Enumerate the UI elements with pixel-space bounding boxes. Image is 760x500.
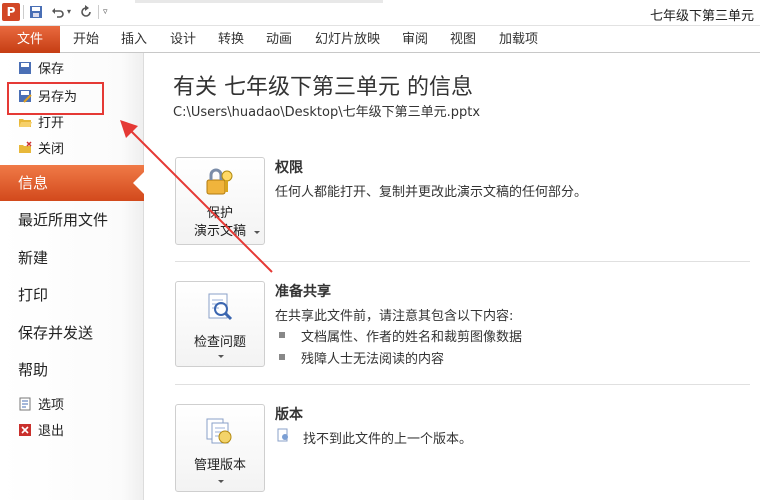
info-panel: 有关 七年级下第三单元 的信息 C:\Users\huadao\Desktop\…: [145, 53, 760, 500]
versions-text: 找不到此文件的上一个版本。: [303, 432, 473, 447]
redo-icon[interactable]: [79, 4, 93, 20]
annotation-highlight-box: [7, 82, 104, 115]
check-issues-button[interactable]: 检查问题: [175, 281, 265, 367]
nav-exit[interactable]: 退出: [18, 421, 64, 443]
customize-toolbar-icon[interactable]: ▿: [103, 4, 108, 20]
close-folder-icon: [19, 141, 32, 153]
nav-new[interactable]: 新建: [0, 240, 144, 276]
manage-versions-icon: [206, 418, 232, 444]
chevron-down-icon: [218, 355, 224, 358]
nav-save-send[interactable]: 保存并发送: [0, 315, 144, 351]
window-title: 七年级下第三单元: [649, 9, 754, 24]
protect-presentation-button[interactable]: 保护 演示文稿: [175, 157, 265, 245]
tab-transitions[interactable]: 转换: [218, 26, 244, 53]
ribbon-tabs: 文件 开始 插入 设计 转换 动画 幻灯片放映 审阅 视图 加载项: [0, 26, 760, 53]
tab-slideshow[interactable]: 幻灯片放映: [315, 26, 380, 53]
bullet-icon: [279, 332, 285, 338]
tab-file[interactable]: 文件: [0, 26, 60, 53]
prepare-item: 文档属性、作者的姓名和裁剪图像数据: [301, 330, 523, 345]
save-icon[interactable]: [29, 4, 43, 20]
undo-dropdown-icon[interactable]: ▾: [67, 4, 71, 20]
toolbar-divider: [23, 5, 24, 19]
nav-info[interactable]: 信息: [0, 165, 145, 201]
tab-review[interactable]: 审阅: [402, 26, 428, 53]
version-doc-icon: [277, 428, 288, 442]
backstage-nav: 保存 另存为 打开 关闭 信息 最近所用文件 新建 打印 保存并发送 帮助 选项…: [0, 53, 145, 500]
permissions-heading: 权限: [275, 160, 303, 176]
tab-home[interactable]: 开始: [73, 26, 99, 53]
nav-exit-label: 退出: [38, 424, 65, 439]
nav-options-label: 选项: [38, 398, 65, 413]
prepare-heading: 准备共享: [275, 284, 331, 300]
nav-help[interactable]: 帮助: [0, 352, 144, 388]
powerpoint-logo-icon[interactable]: P: [2, 3, 20, 21]
nav-options[interactable]: 选项: [18, 395, 64, 417]
prepare-text: 在共享此文件前，请注意其包含以下内容:: [275, 309, 514, 324]
tab-design[interactable]: 设计: [170, 26, 196, 53]
options-icon: [19, 397, 31, 411]
title-bar: P ▾ ▿ 七年级下第三单元: [0, 0, 760, 26]
permissions-text: 任何人都能打开、复制并更改此演示文稿的任何部分。: [275, 185, 588, 200]
toolbar-divider: [98, 5, 99, 19]
protect-button-line2: 演示文稿: [193, 224, 246, 239]
inspect-document-icon: [208, 293, 233, 321]
nav-recent[interactable]: 最近所用文件: [0, 202, 144, 238]
nav-close-label: 关闭: [38, 142, 65, 157]
bullet-icon: [279, 354, 285, 360]
nav-save[interactable]: 保存: [18, 59, 64, 81]
nav-print[interactable]: 打印: [0, 277, 144, 313]
page-title: 有关 七年级下第三单元 的信息: [173, 75, 473, 100]
check-issues-label: 检查问题: [193, 335, 246, 350]
manage-versions-button[interactable]: 管理版本: [175, 404, 265, 492]
nav-open[interactable]: 打开: [18, 113, 64, 135]
section-divider: [175, 384, 750, 385]
tab-animations[interactable]: 动画: [266, 26, 292, 53]
nav-save-label: 保存: [38, 62, 65, 77]
save-icon: [19, 62, 31, 74]
protect-button-line1: 保护: [206, 206, 233, 221]
open-folder-icon: [19, 119, 32, 127]
section-divider: [175, 261, 750, 262]
lock-key-icon: [206, 168, 233, 195]
chevron-down-icon: [218, 480, 224, 483]
chevron-down-icon: [254, 231, 260, 234]
tab-addins[interactable]: 加载项: [499, 26, 538, 53]
exit-icon: [19, 424, 31, 436]
title-strip: [135, 0, 383, 3]
nav-close[interactable]: 关闭: [18, 139, 64, 161]
tab-insert[interactable]: 插入: [121, 26, 147, 53]
prepare-item: 残障人士无法阅读的内容: [301, 352, 445, 367]
versions-heading: 版本: [275, 407, 303, 423]
file-path: C:\Users\huadao\Desktop\七年级下第三单元.pptx: [173, 105, 481, 120]
nav-open-label: 打开: [38, 116, 65, 131]
manage-versions-label: 管理版本: [193, 458, 246, 473]
undo-icon[interactable]: [51, 4, 65, 20]
tab-view[interactable]: 视图: [450, 26, 476, 53]
